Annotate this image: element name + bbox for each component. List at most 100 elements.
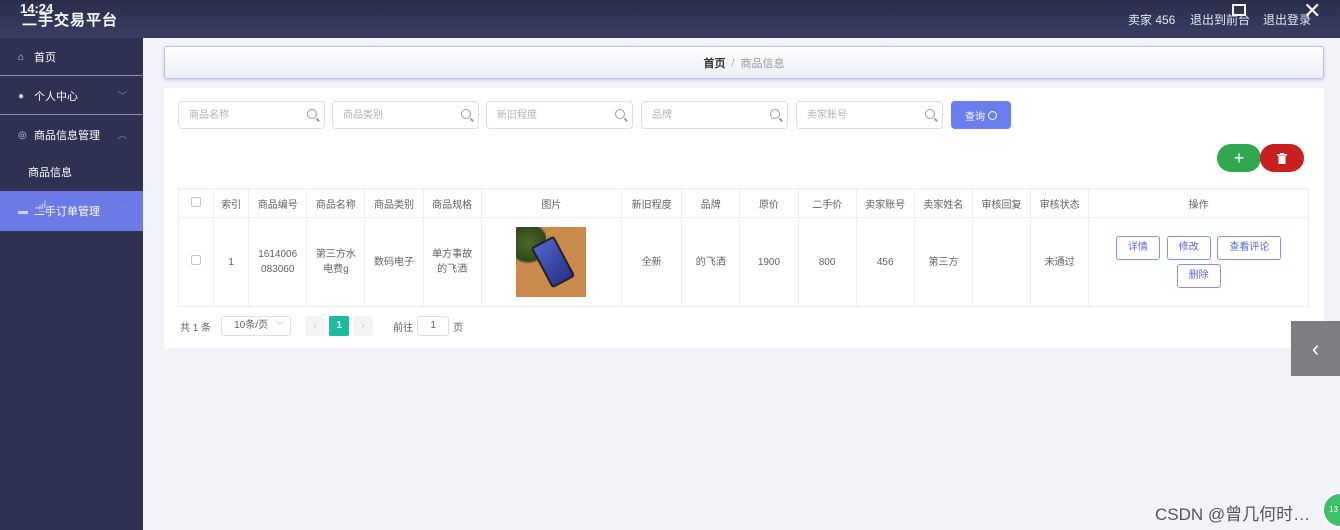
page-size-value: 10条/页 [234,320,269,331]
user-info: 卖家 456 [1128,13,1176,27]
query-button-label: 查询 [965,111,985,123]
detail-button[interactable]: 详情 [1115,236,1160,260]
window-icon[interactable] [1232,4,1246,16]
edit-button[interactable]: 修改 [1166,236,1211,260]
next-page-button[interactable]: › [353,316,374,336]
sidebar-item-order-management[interactable]: ▬ 二手订单管理 ﹀ [0,191,143,231]
main-content: 首页 / 商品信息 查询 + [143,38,1340,530]
cell-code-line: 1614006 [258,249,298,260]
trash-icon [1277,152,1287,164]
page-unit-label: 页 [453,322,464,334]
add-button[interactable]: + [1217,144,1261,172]
goods-category-input[interactable] [333,102,453,128]
search-icon [615,109,625,119]
checkbox[interactable] [191,254,202,265]
breadcrumb-current: 商品信息 [740,57,785,70]
sidebar-item-goods-management[interactable]: ◎ 商品信息管理 ︿ [0,116,143,154]
sidebar-item-label: 商品信息管理 [34,130,100,142]
brand-field[interactable] [641,101,788,129]
cell-actions: 详情 修改 查看评论 删除 [1088,217,1309,307]
search-icon [307,109,317,119]
condition-input[interactable] [487,102,607,128]
cell-code: 1614006 083060 [248,217,308,307]
view-comments-button[interactable]: 查看评论 [1217,236,1282,260]
breadcrumb-separator: / [731,56,735,69]
header-cell: 图片 [480,188,623,218]
cell-spec-line: 单方事故 [432,249,473,260]
chevron-down-icon: ﹀ [117,205,127,215]
cell-spec: 单方事故 的飞洒 [422,217,482,307]
query-button[interactable]: 查询 [951,101,1011,129]
chevron-down-icon: ﹀ [117,91,127,101]
delete-button[interactable]: 删除 [1176,264,1221,288]
sidebar-item-goods-info[interactable]: 商品信息 [0,154,143,190]
header-cell: 卖家账号 [855,188,915,218]
header-cell: 卖家姓名 [913,188,973,218]
header-cell: 原价 [739,188,799,218]
close-icon[interactable]: ✕ [1303,0,1321,24]
header-cell: 审核状态 [1030,188,1090,218]
sidebar-item-label: 商品信息 [28,167,72,179]
header-cell: 商品规格 [422,188,482,218]
row-select[interactable] [177,217,215,307]
search-icon [925,109,935,119]
cell-index: 1 [213,217,250,307]
pagination: 共 1 条 10条/页 ﹀ ‹ 1 › 前往 1 页 [180,316,463,336]
watermark: CSDN @曾几何时… [1155,505,1311,524]
product-image[interactable] [516,227,587,297]
cell-spec-line: 的飞洒 [437,264,468,275]
sidebar: ⌂ 首页 ● 个人中心 ﹀ ◎ 商品信息管理 ︿ 商品信息 ▬ 二手订单管理 ﹀ [0,38,143,530]
goods-name-input[interactable] [179,102,299,128]
header-cell: 操作 [1088,188,1309,218]
header-cell: 新旧程度 [621,188,683,218]
goto-label: 前往 [393,322,414,334]
batch-delete-button[interactable] [1260,144,1304,172]
sidebar-item-personal-center[interactable]: ● 个人中心 ﹀ [0,77,143,115]
chevron-up-icon: ︿ [117,130,127,140]
search-icon [988,110,997,120]
cell-category: 数码电子 [364,217,424,307]
page-number-current[interactable]: 1 [329,316,350,336]
seller-account-field[interactable] [796,101,943,129]
cell-second-price: 800 [797,217,857,307]
cell-name-line: 电费g [323,264,349,275]
header-cell: 商品编号 [248,188,308,218]
chevron-left-icon: ‹ [1311,335,1320,361]
sidebar-item-label: 个人中心 [34,90,78,103]
sidebar-item-home[interactable]: ⌂ 首页 [0,38,143,76]
hand-cursor-icon: ☝ [38,199,48,216]
cell-seller-account: 456 [855,217,915,307]
goods-name-field[interactable] [178,101,325,129]
table-header-row: 索引 商品编号 商品名称 商品类别 商品规格 图片 新旧程度 品牌 原价 二手价… [177,188,1309,218]
user-icon: ● [18,90,25,102]
condition-field[interactable] [486,101,633,129]
search-icon [461,109,471,119]
header-cell: 品牌 [681,188,741,218]
pagination-total: 共 1 条 [180,322,212,334]
cell-review-status: 未通过 [1030,217,1090,307]
goods-icon: ◎ [18,130,27,141]
clock: 14:24 [20,1,54,16]
prev-page-button[interactable]: ‹ [305,316,326,336]
cell-code-line: 083060 [261,264,295,275]
page-size-select[interactable]: 10条/页 ﹀ [221,316,292,336]
cell-name-line: 第三方水 [315,249,356,260]
breadcrumb-home[interactable]: 首页 [703,55,725,71]
search-icon [770,109,780,119]
cell-seller-name: 第三方 [913,217,973,307]
sidebar-item-label: 首页 [34,51,56,64]
header-cell: 商品名称 [306,188,366,218]
content-panel: 查询 + 索引 商品编号 商品名 [164,88,1324,348]
chevron-down-icon: ﹀ [275,321,285,331]
home-icon: ⌂ [18,51,25,63]
goto-page-input[interactable]: 1 [417,316,450,336]
brand-input[interactable] [642,102,762,128]
header-select-all[interactable] [177,188,215,218]
seller-account-input[interactable] [797,102,917,128]
goods-category-field[interactable] [332,101,479,129]
cell-brand: 的飞洒 [681,217,741,307]
header-cell: 索引 [213,188,250,218]
collapse-panel-button[interactable]: ‹ [1291,321,1340,376]
checkbox[interactable] [191,196,202,207]
top-bar: 二手交易平台 14:24 卖家 456 退出到前台 退出登录 ✕ [0,0,1340,38]
